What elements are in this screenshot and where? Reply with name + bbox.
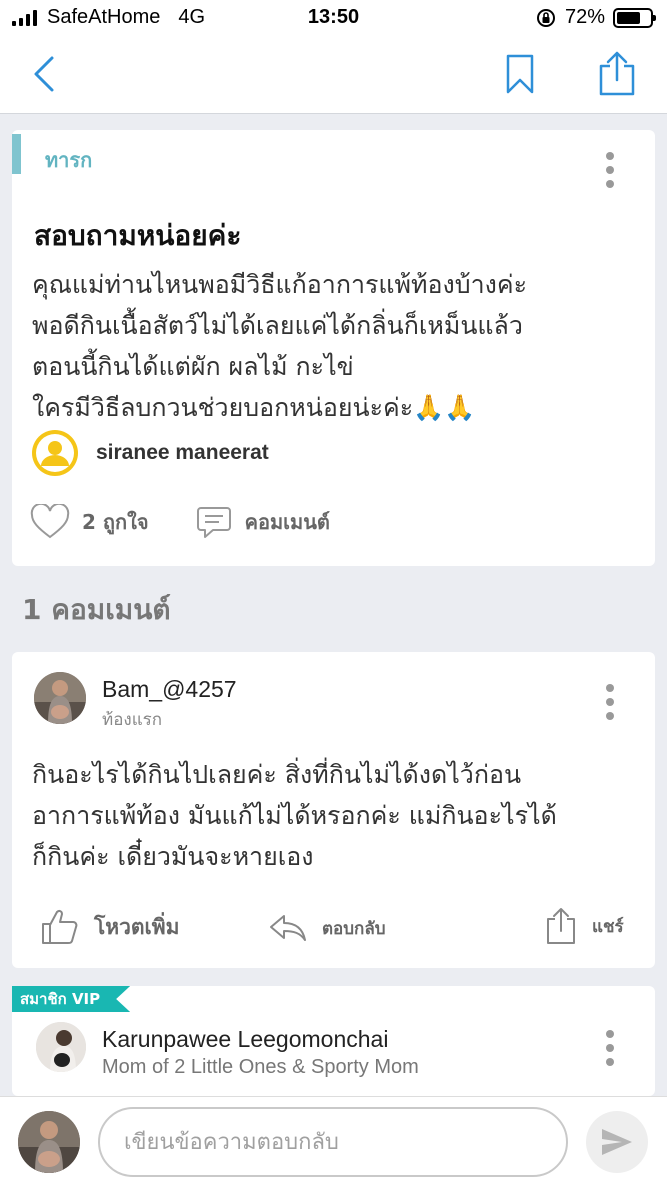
reply-bar: [0, 1096, 667, 1186]
post-more-icon[interactable]: [595, 148, 625, 192]
vip-badge: สมาชิก VIP: [12, 986, 130, 1012]
post-title: สอบถามหน่อยค่ะ: [34, 219, 242, 252]
send-button[interactable]: [586, 1111, 648, 1173]
share-label: แชร์: [592, 916, 624, 937]
post-body: คุณแม่ท่านไหนพอมีวิธีแก้อาการแพ้ท้องบ้าง…: [32, 270, 527, 422]
battery-percent: 72%: [564, 6, 605, 28]
post-author[interactable]: siranee maneerat: [32, 430, 269, 476]
send-icon: [602, 1129, 632, 1155]
user-avatar-icon: [32, 430, 78, 476]
vip-commenter-avatar[interactable]: [36, 1022, 86, 1072]
vote-label: โหวตเพิ่ม: [94, 914, 180, 939]
commenter-status: ท้องแรก: [102, 710, 163, 730]
bookmark-icon[interactable]: [500, 52, 540, 96]
post-actions: 2 ถูกใจ คอมเมนต์: [30, 504, 330, 540]
category-marker: [12, 134, 21, 174]
heart-icon: [30, 504, 70, 539]
reply-label: ตอบกลับ: [322, 918, 386, 939]
battery-icon: [613, 7, 656, 28]
share-icon[interactable]: [595, 50, 639, 98]
reply-icon: [270, 915, 306, 941]
author-name: siranee maneerat: [96, 441, 269, 464]
status-bar: SafeAtHome 4G 13:50 72%: [0, 0, 667, 36]
post-card: ทารก สอบถามหน่อยค่ะ คุณแม่ท่านไหนพอมีวิธ…: [12, 130, 655, 566]
comment-label: คอมเมนต์: [244, 510, 330, 534]
vip-commenter-status: Mom of 2 Little Ones & Sporty Mom: [102, 1056, 419, 1078]
chevron-left-icon[interactable]: [26, 52, 66, 96]
vip-commenter-username[interactable]: Karunpawee Leegomonchai: [102, 1026, 388, 1053]
comment-card: Bam_@4257 ท้องแรก กินอะไรได้กินไปเลยค่ะ …: [12, 652, 655, 968]
comments-count-heading: 1 คอมเมนต์: [22, 593, 171, 626]
status-right: 72%: [535, 6, 656, 29]
vip-comment-more-icon[interactable]: [595, 1026, 625, 1070]
battery-level: [617, 11, 641, 24]
comment-actions: โหวตเพิ่ม ตอบกลับ แชร์: [12, 904, 655, 954]
comment-body: กินอะไรได้กินไปเลยค่ะ สิ่งที่กินไม่ได้งด…: [32, 760, 557, 871]
reply-button[interactable]: ตอบกลับ: [268, 912, 386, 944]
thumbs-up-icon: [42, 909, 78, 944]
comment-more-icon[interactable]: [595, 680, 625, 724]
share-icon: [547, 908, 575, 944]
like-count: 2 ถูกใจ: [82, 510, 149, 534]
orientation-lock-icon: [536, 8, 555, 27]
comment-icon: [196, 507, 231, 538]
like-button[interactable]: 2 ถูกใจ: [30, 504, 149, 540]
share-comment-button[interactable]: แชร์: [544, 906, 624, 946]
post-category[interactable]: ทารก: [45, 144, 92, 176]
nav-bar: [0, 36, 667, 114]
reply-input[interactable]: [98, 1107, 568, 1177]
my-avatar: [18, 1111, 80, 1173]
vote-button[interactable]: โหวตเพิ่ม: [40, 908, 179, 946]
commenter-username[interactable]: Bam_@4257: [102, 676, 237, 703]
commenter-avatar[interactable]: [34, 672, 86, 724]
comment-button[interactable]: คอมเมนต์: [195, 504, 330, 540]
vip-comment-card: สมาชิก VIP Karunpawee Leegomonchai Mom o…: [12, 986, 655, 1096]
